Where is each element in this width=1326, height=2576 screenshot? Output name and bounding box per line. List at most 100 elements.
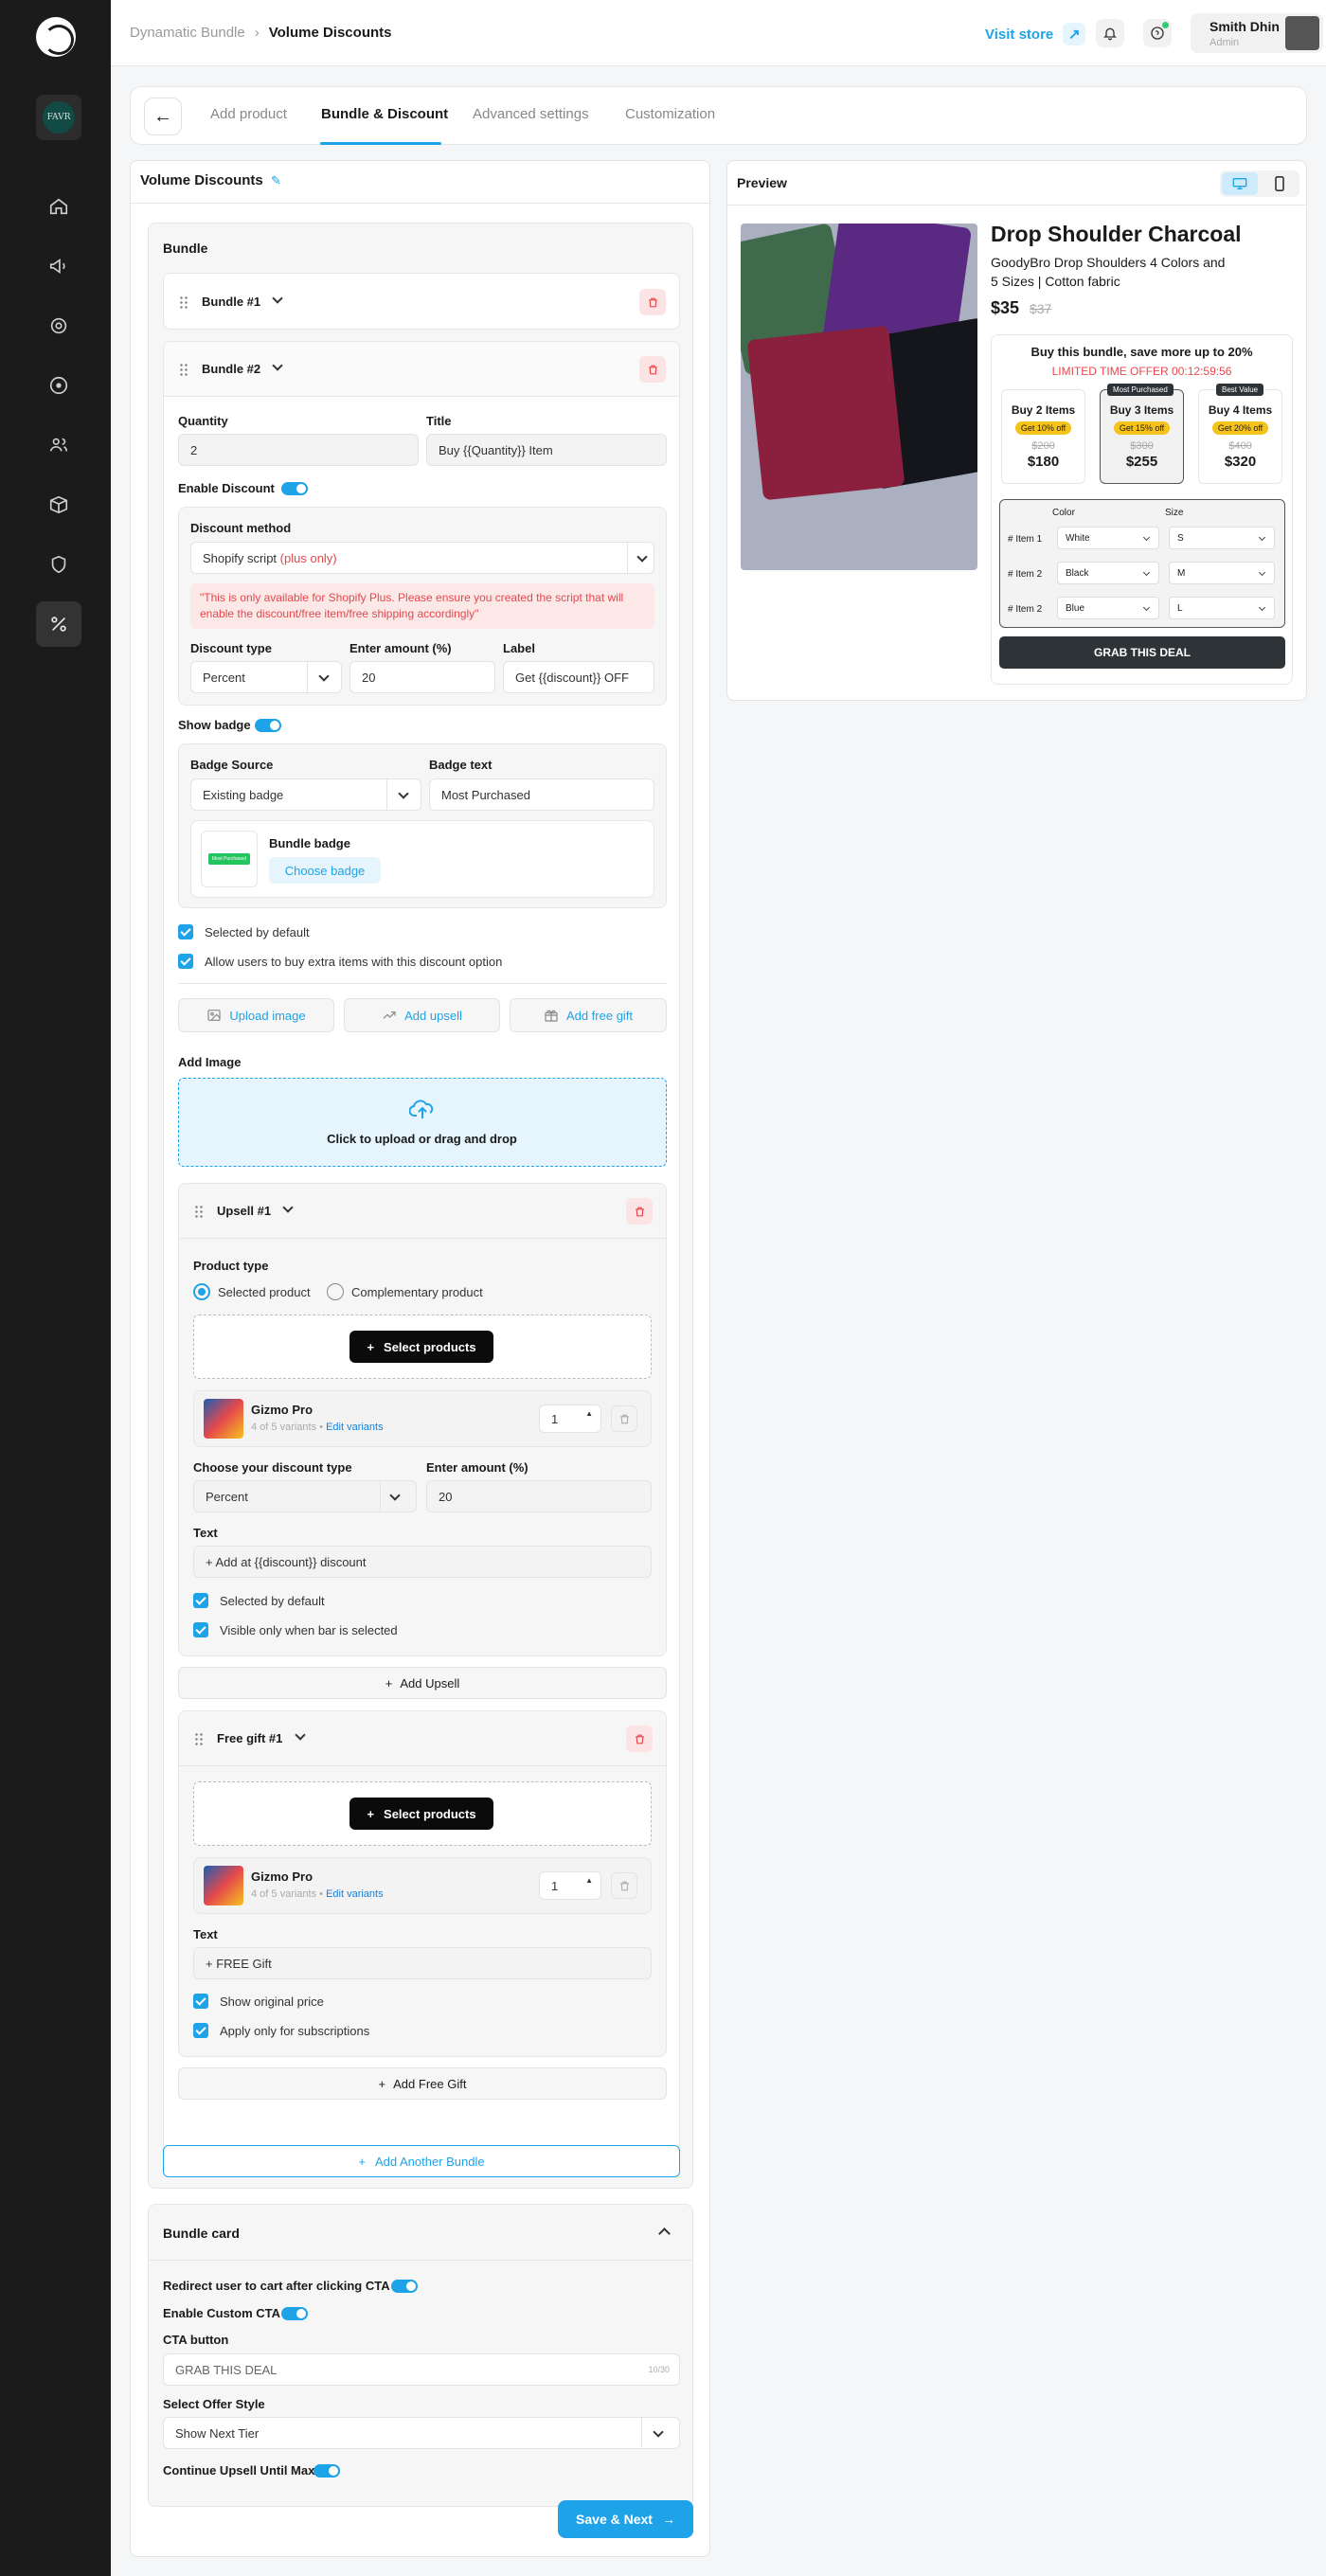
upload-dropzone[interactable]: Click to upload or drag and drop [178,1078,667,1167]
visit-store-link[interactable]: Visit store ↗ [985,23,1086,45]
bundle-1-header[interactable]: Bundle #1 [163,273,680,330]
grab-deal-button[interactable]: GRAB THIS DEAL [999,636,1285,669]
tier-card[interactable]: Buy 2 Items Get 10% off $200 $180 [1001,389,1085,484]
save-next-button[interactable]: Save & Next → [558,2500,693,2538]
add-upsell-button[interactable]: + Add Upsell [178,1667,667,1699]
back-button[interactable]: ← [144,98,182,135]
home-icon[interactable] [36,184,81,229]
box-icon[interactable] [36,482,81,528]
offer-style-select[interactable]: Show Next Tier [163,2417,680,2449]
allow-extra-checkbox[interactable] [178,954,193,969]
gift-text-input[interactable]: + FREE Gift [193,1947,652,1979]
color-select[interactable]: Black [1057,562,1159,584]
size-select[interactable]: L [1169,597,1275,619]
apply-subscriptions-checkbox[interactable] [193,2023,208,2038]
upsell-text-input[interactable]: + Add at {{discount}} discount [193,1546,652,1578]
upsell-discount-type-select[interactable]: Percent [193,1480,417,1512]
mobile-icon[interactable] [1262,172,1298,195]
edit-variants-link[interactable]: Edit variants [326,1888,384,1900]
trash-icon[interactable] [639,356,666,383]
redirect-toggle[interactable] [391,2280,418,2293]
add-another-bundle-button[interactable]: + Add Another Bundle [163,2145,680,2177]
amount-input[interactable]: 20 [349,661,495,693]
upsell-selected-default-checkbox[interactable] [193,1593,208,1608]
tab-customization[interactable]: Customization [625,106,715,122]
bundle-2-header[interactable]: Bundle #2 [164,342,679,397]
discount-method-select[interactable]: Shopify script (plus only) [190,542,654,574]
cta-button-input[interactable]: GRAB THIS DEAL 10/30 [163,2353,680,2386]
desktop-icon[interactable] [1222,172,1258,195]
edit-icon[interactable]: ✎ [271,173,281,188]
discount-icon[interactable] [36,601,81,647]
tab-add-product[interactable]: Add product [210,106,287,122]
stepper-arrows-icon[interactable]: ▲ [585,1409,593,1418]
chevron-up-icon[interactable] [658,2227,671,2240]
app-logo[interactable] [36,17,76,57]
target-icon[interactable] [36,303,81,349]
enable-custom-cta-toggle[interactable] [281,2307,308,2320]
breadcrumb-parent[interactable]: Dynamatic Bundle [130,25,245,41]
help-icon[interactable] [1143,19,1172,47]
add-upsell-top-button[interactable]: Add upsell [344,998,500,1032]
chevron-down-icon[interactable] [272,293,283,304]
radio-selected-product[interactable] [193,1283,210,1300]
discount-type-select[interactable]: Percent [190,661,342,693]
label-input[interactable]: Get {{discount}} OFF [503,661,654,693]
color-select[interactable]: Blue [1057,597,1159,619]
quantity-stepper[interactable]: 1 ▲ [539,1871,601,1900]
bundle-card-section: Bundle card Redirect user to cart after … [148,2204,693,2507]
visible-only-checkbox[interactable] [193,1622,208,1637]
drag-handle-icon[interactable] [179,363,188,376]
color-select[interactable]: White [1057,527,1159,549]
users-icon[interactable] [36,422,81,468]
size-select[interactable]: M [1169,562,1275,584]
title-input[interactable]: Buy {{Quantity}} Item [426,434,667,466]
add-free-gift-top-button[interactable]: Add free gift [510,998,667,1032]
edit-variants-link[interactable]: Edit variants [326,1422,384,1433]
show-original-price-checkbox[interactable] [193,1994,208,2009]
store-avatar[interactable]: FAVR [36,95,81,140]
badge-text-input[interactable]: Most Purchased [429,778,654,811]
megaphone-icon[interactable] [36,243,81,289]
shield-icon[interactable] [36,542,81,587]
tier-card[interactable]: Buy 4 Items Get 20% off $400 $320 [1198,389,1282,484]
user-menu[interactable]: Smith Dhin Admin [1191,13,1323,53]
trash-icon[interactable] [626,1198,653,1225]
bell-icon[interactable] [1096,19,1124,47]
bundle-1-title: Bundle #1 [202,295,261,309]
play-circle-icon[interactable] [36,363,81,408]
quantity-stepper[interactable]: 1 ▲ [539,1404,601,1433]
trash-icon[interactable] [639,289,666,315]
chevron-down-icon[interactable] [282,1202,294,1213]
tab-bundle-discount[interactable]: Bundle & Discount [321,106,448,122]
chevron-down-icon[interactable] [295,1729,306,1741]
drag-handle-icon[interactable] [194,1205,204,1218]
tab-advanced-settings[interactable]: Advanced settings [473,106,589,122]
size-select[interactable]: S [1169,527,1275,549]
chevron-down-icon[interactable] [272,360,283,371]
badge-source-select[interactable]: Existing badge [190,778,421,811]
drag-handle-icon[interactable] [194,1732,204,1745]
upsell-1-header[interactable]: Upsell #1 [179,1184,666,1239]
select-products-button[interactable]: + Select products [349,1331,493,1363]
tier-card-selected[interactable]: Buy 3 Items Get 15% off $300 $255 [1100,389,1184,484]
discount-method-value: Shopify script [203,550,278,565]
show-badge-toggle[interactable] [255,719,281,732]
upsell-amount-input[interactable]: 20 [426,1480,652,1512]
upload-image-button[interactable]: Upload image [178,998,334,1032]
stepper-arrows-icon[interactable]: ▲ [585,1876,593,1885]
gift-select-products-button[interactable]: + Select products [349,1798,493,1830]
enable-discount-toggle[interactable] [281,482,308,495]
choose-badge-button[interactable]: Choose badge [269,857,381,884]
trash-icon[interactable] [611,1405,637,1432]
drag-handle-icon[interactable] [179,295,188,309]
add-free-gift-button[interactable]: + Add Free Gift [178,2067,667,2100]
radio-complementary-product[interactable] [327,1283,344,1300]
free-gift-1-header[interactable]: Free gift #1 [179,1711,666,1766]
continue-upsell-toggle[interactable] [314,2464,340,2478]
trash-icon[interactable] [626,1726,653,1752]
selected-default-checkbox[interactable] [178,924,193,939]
bundle-2-card: Bundle #2 Quantity 2 Title Buy {{Quantit… [163,341,680,2161]
quantity-input[interactable]: 2 [178,434,419,466]
trash-icon[interactable] [611,1872,637,1899]
